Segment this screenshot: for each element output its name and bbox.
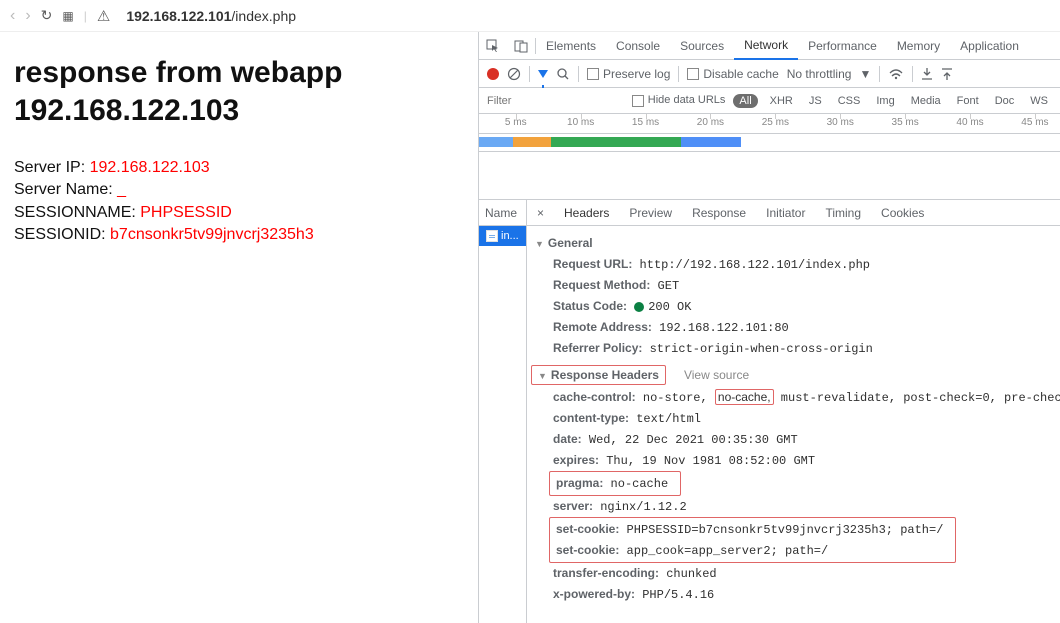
page-heading: response from webapp 192.168.122.103 [14,54,464,129]
clear-icon[interactable] [507,67,521,81]
device-icon[interactable] [507,39,535,53]
devtools-tab-application[interactable]: Application [950,32,1029,59]
header-cache-control: cache-control: no-store, no-cache, must-… [527,387,1060,408]
header-requet method: Request Method: GET [527,275,1060,296]
header-x-powered-by: x-powered-by: PHP/5.4.16 [527,584,1060,605]
detail-tab-headers[interactable]: Headers [554,200,619,225]
timeline-blank [479,152,1060,200]
nav-back-icon[interactable]: ‹ [10,7,15,25]
close-details-icon[interactable]: × [527,206,554,220]
filter-cat-js[interactable]: JS [805,95,826,107]
header-erver: server: nginx/1.12.2 [527,496,1060,517]
search-icon[interactable] [556,67,570,81]
server-name-line: Server Name: _ [14,179,464,201]
header-content-type: content-type: text/html [527,408,1060,429]
filter-cat-font[interactable]: Font [953,95,983,107]
filter-input[interactable] [487,95,547,107]
header-referrer policy: Referrer Policy: strict-origin-when-cros… [527,338,1060,359]
filter-all[interactable]: All [733,94,757,108]
header-date: date: Wed, 22 Dec 2021 00:35:30 GMT [527,429,1060,450]
detail-tab-cookies[interactable]: Cookies [871,200,934,225]
view-source-link[interactable]: View source [684,368,749,382]
wifi-icon[interactable] [888,67,904,81]
file-icon [486,230,498,242]
detail-tab-initiator[interactable]: Initiator [756,200,815,225]
session-id-line: SESSIONID: b7cnsonkr5tv99jnvcrj3235h3 [14,224,464,246]
throttling-select[interactable]: No throttling [787,67,852,81]
filter-cat-media[interactable]: Media [907,95,945,107]
filter-cat-img[interactable]: Img [872,95,898,107]
nav-forward-icon[interactable]: › [25,7,30,25]
preserve-log-checkbox[interactable]: Preserve log [587,67,670,81]
devtools-tab-memory[interactable]: Memory [887,32,950,59]
session-name-line: SESSIONNAME: PHPSESSID [14,202,464,224]
address-bar[interactable]: 192.168.122.101/index.php [126,8,296,24]
header-remote addre: Remote Address: 192.168.122.101:80 [527,317,1060,338]
disable-cache-checkbox[interactable]: Disable cache [687,67,778,81]
header-et-cookie: set-cookie: app_cook=app_server2; path=/ [554,540,951,561]
filter-icon[interactable] [538,67,548,81]
reload-icon[interactable]: ↻ [41,7,53,24]
devtools-tab-elements[interactable]: Elements [536,32,606,59]
server-ip-line: Server IP: 192.168.122.103 [14,157,464,179]
hide-data-urls-checkbox[interactable]: Hide data URLs [632,94,726,106]
devtools-tab-console[interactable]: Console [606,32,670,59]
export-icon[interactable] [941,67,953,81]
detail-tab-timing[interactable]: Timing [815,200,871,225]
import-icon[interactable] [921,67,933,81]
record-icon[interactable] [487,68,499,80]
header-requet url: Request URL: http://192.168.122.101/inde… [527,254,1060,275]
name-column-header[interactable]: Name [479,200,526,226]
header-et-cookie: set-cookie: PHPSESSID=b7cnsonkr5tv99jnvc… [554,519,951,540]
header-tranfer-encoding: transfer-encoding: chunked [527,563,1060,584]
section-response-headers[interactable]: Response Headers [531,365,666,385]
throttling-caret-icon[interactable]: ▼ [859,67,871,81]
devtools-tab-sources[interactable]: Sources [670,32,734,59]
filter-cat-css[interactable]: CSS [834,95,865,107]
filter-cat-xhr[interactable]: XHR [766,95,797,107]
devtools-tab-performance[interactable]: Performance [798,32,887,59]
header-statu code: Status Code: 200 OK [527,296,1060,317]
apps-icon[interactable]: ▦ [62,9,73,23]
detail-tab-response[interactable]: Response [682,200,756,225]
request-row[interactable]: in... [479,226,526,246]
filter-cat-ws[interactable]: WS [1026,95,1052,107]
highlighted-headers: set-cookie: PHPSESSID=b7cnsonkr5tv99jnvc… [549,517,956,563]
inspect-icon[interactable] [479,39,507,53]
insecure-icon[interactable]: ⚠ [97,7,110,25]
header-expire: expires: Thu, 19 Nov 1981 08:52:00 GMT [527,450,1060,471]
devtools-tab-network[interactable]: Network [734,33,798,60]
section-general[interactable]: General [527,232,1060,254]
header-pragma: pragma: no-cache [554,473,676,494]
filter-cat-doc[interactable]: Doc [991,95,1019,107]
page-content: response from webapp 192.168.122.103 Ser… [0,32,478,623]
highlighted-headers: pragma: no-cache [549,471,681,496]
detail-tab-preview[interactable]: Preview [619,200,682,225]
timeline-ruler: 5 ms10 ms15 ms20 ms25 ms30 ms35 ms40 ms4… [479,114,1060,134]
waterfall [479,134,1060,152]
